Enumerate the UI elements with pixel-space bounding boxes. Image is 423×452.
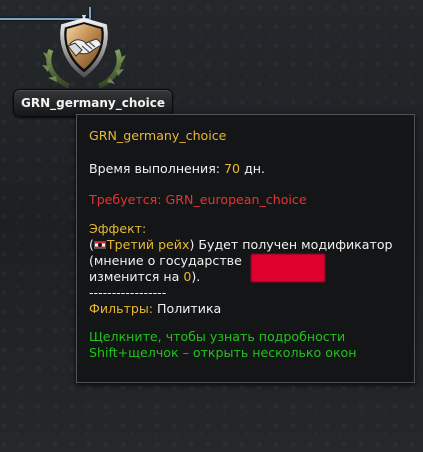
effect-change-label: изменится на xyxy=(89,269,184,284)
filters-value: Политика xyxy=(153,301,222,316)
tooltip-title: GRN_germany_choice xyxy=(89,128,227,143)
effect-text: ) Будет получен модификатор xyxy=(189,237,393,252)
effect-line-3: изменится на 0). xyxy=(89,269,404,285)
completion-time: Время выполнения: 70 дн. xyxy=(89,161,404,177)
separator-line: ----------------- xyxy=(89,285,167,300)
effect-label: Эффект: xyxy=(89,221,147,236)
focus-tooltip: GRN_germany_choice Время выполнения: 70 … xyxy=(76,114,415,383)
requirement-line: Требуется: GRN_european_choice xyxy=(89,192,404,208)
completion-time-label: Время выполнения: xyxy=(89,161,225,176)
effect-change-suffix: ). xyxy=(191,269,201,284)
redaction-mark xyxy=(251,254,325,282)
effect-line-1: (Третий рейх) Будет получен модификатор xyxy=(89,237,404,253)
filters-label: Фильтры: xyxy=(89,301,154,316)
shift-click-hint: Shift+щелчок – открыть несколько окон xyxy=(89,345,357,360)
effect-line-2: (мнение о государстве xyxy=(89,253,242,268)
flag-icon xyxy=(93,241,106,249)
requirement-value: GRN_european_choice xyxy=(165,192,307,207)
requirement-label: Требуется: xyxy=(89,192,166,207)
filters-line: Фильтры: Политика xyxy=(89,301,404,317)
completion-time-unit: дн. xyxy=(240,161,266,176)
focus-name-label[interactable]: GRN_germany_choice xyxy=(13,89,173,117)
completion-time-value: 70 xyxy=(224,161,241,176)
focus-icon-button[interactable] xyxy=(38,12,130,90)
handshake-shield-icon xyxy=(42,15,126,89)
click-hint: Щелкните, чтобы узнать подробности xyxy=(89,329,346,344)
effect-country: Третий рейх xyxy=(106,237,190,252)
